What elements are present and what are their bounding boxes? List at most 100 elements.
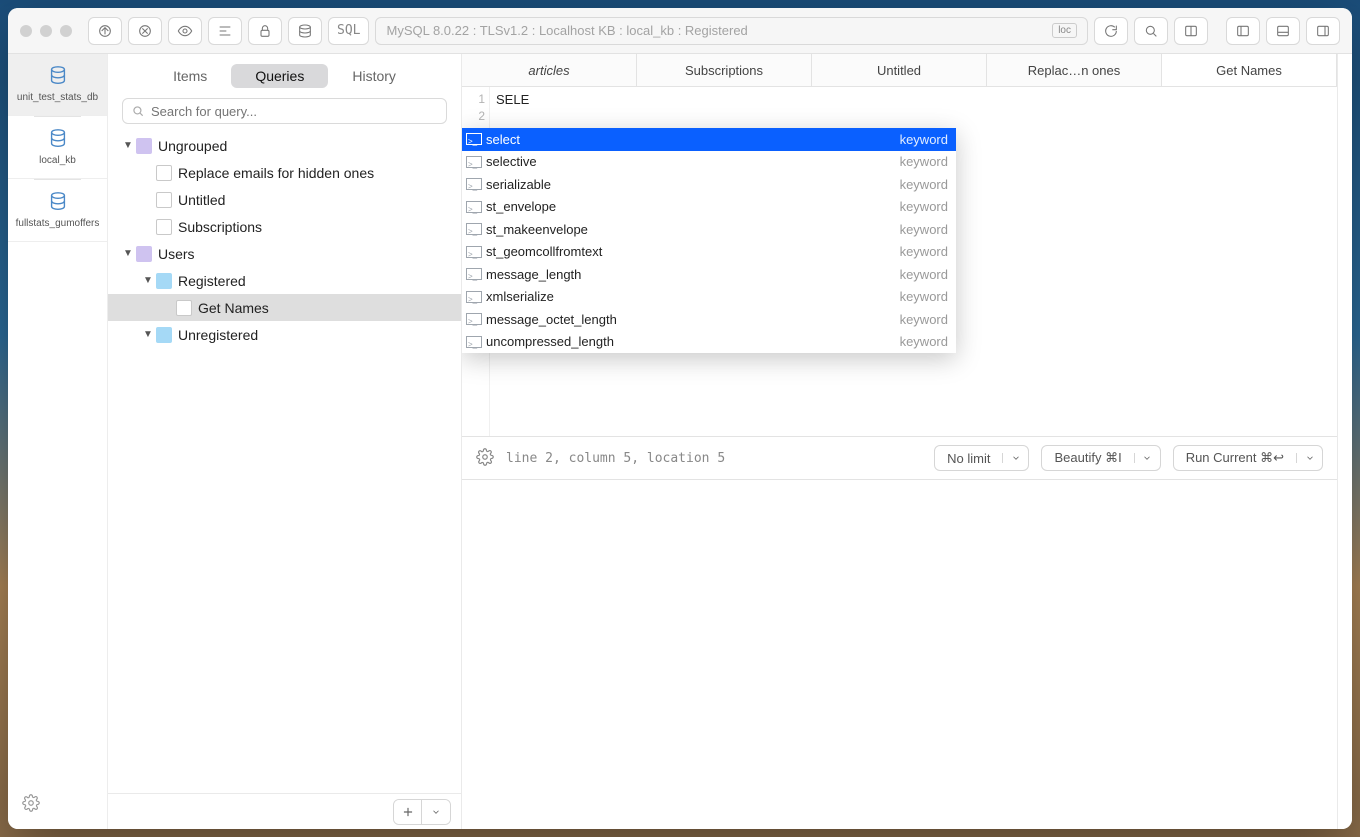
autocomplete-item[interactable]: serializablekeyword [462, 173, 956, 196]
autocomplete-item[interactable]: message_lengthkeyword [462, 263, 956, 286]
keyword-text: serializable [486, 176, 900, 193]
tree-file[interactable]: Replace emails for hidden ones [108, 159, 461, 186]
tab-items[interactable]: Items [149, 64, 231, 88]
disclosure-triangle[interactable]: ▼ [142, 329, 154, 340]
folder-icon [156, 273, 172, 289]
toolbar: SQL MySQL 8.0.22 : TLSv1.2 : Localhost K… [8, 8, 1352, 54]
chevron-down-icon [1002, 453, 1028, 463]
tree-group[interactable]: ▼Users [108, 240, 461, 267]
editor-tab[interactable]: Get Names [1162, 54, 1337, 86]
refresh-button[interactable] [1094, 17, 1128, 45]
keyword-type: keyword [900, 311, 948, 328]
preview-button[interactable] [168, 17, 202, 45]
db-label: unit_test_stats_db [12, 92, 103, 103]
keyword-type: keyword [900, 266, 948, 283]
tree-group[interactable]: ▼ Ungrouped [108, 132, 461, 159]
zoom-window[interactable] [60, 25, 72, 37]
keyword-type: keyword [900, 176, 948, 193]
search-field[interactable] [122, 98, 447, 124]
connection-text: MySQL 8.0.22 : TLSv1.2 : Localhost KB : … [386, 23, 1044, 38]
db-item[interactable]: unit_test_stats_db [8, 54, 107, 116]
sidebar-footer [108, 793, 461, 829]
keyword-icon [466, 178, 482, 190]
bottom-panel-toggle[interactable] [1266, 17, 1300, 45]
keyword-text: st_makeenvelope [486, 221, 900, 238]
keyword-type: keyword [900, 221, 948, 238]
beautify-button[interactable]: Beautify ⌘I [1041, 445, 1160, 471]
stop-button[interactable] [128, 17, 162, 45]
keyword-type: keyword [900, 333, 948, 350]
tree-file[interactable]: Get Names [108, 294, 461, 321]
sql-button[interactable]: SQL [328, 17, 369, 45]
db-item[interactable]: local_kb [8, 117, 107, 179]
keyword-text: st_geomcollfromtext [486, 243, 900, 260]
tree-group[interactable]: ▼Registered [108, 267, 461, 294]
connection-bar[interactable]: MySQL 8.0.22 : TLSv1.2 : Localhost KB : … [375, 17, 1088, 45]
autocomplete-item[interactable]: xmlserializekeyword [462, 286, 956, 309]
editor-tab[interactable]: Replac…n ones [987, 54, 1162, 86]
editor-tabs: articlesSubscriptionsUntitledReplac…n on… [462, 54, 1337, 87]
search-input[interactable] [151, 104, 438, 119]
app-settings-gear[interactable] [22, 794, 40, 817]
query-tree: ▼ Ungrouped Replace emails for hidden ones… [108, 132, 461, 793]
tree-file[interactable]: Subscriptions [108, 213, 461, 240]
keyword-type: keyword [900, 243, 948, 260]
disclosure-triangle[interactable]: ▼ [122, 248, 134, 259]
disclosure-triangle[interactable]: ▼ [122, 140, 134, 151]
tab-history[interactable]: History [328, 64, 420, 88]
results-pane [462, 480, 1337, 829]
editor-area[interactable]: 12 SELE selectkeywordselectivekeywordser… [462, 87, 1337, 436]
keyword-text: message_octet_length [486, 311, 900, 328]
add-query-button[interactable] [394, 800, 422, 824]
tree-label: Ungrouped [158, 138, 227, 154]
segmented-control: Items Queries History [108, 54, 461, 94]
search-button[interactable] [1134, 17, 1168, 45]
gear-icon[interactable] [476, 448, 494, 469]
sidebar: Items Queries History ▼ Ungrouped Replace … [108, 54, 462, 829]
autocomplete-item[interactable]: selectivekeyword [462, 151, 956, 174]
run-button[interactable]: Run Current ⌘↩ [1173, 445, 1323, 471]
keyword-icon [466, 313, 482, 325]
database-icon [47, 64, 69, 86]
keyword-type: keyword [900, 131, 948, 148]
file-icon [156, 165, 172, 181]
database-button[interactable] [288, 17, 322, 45]
panel-toggle-1[interactable] [1174, 17, 1208, 45]
code-editor[interactable]: SELE selectkeywordselectivekeywordserial… [490, 87, 1337, 436]
autocomplete-item[interactable]: st_geomcollfromtextkeyword [462, 241, 956, 264]
autocomplete-item[interactable]: message_octet_lengthkeyword [462, 308, 956, 331]
limit-selector[interactable]: No limit [934, 445, 1029, 471]
disclosure-triangle[interactable]: ▼ [142, 275, 154, 286]
keyword-icon [466, 156, 482, 168]
autocomplete-item[interactable]: selectkeyword [462, 128, 956, 151]
close-window[interactable] [20, 25, 32, 37]
align-button[interactable] [208, 17, 242, 45]
minimize-window[interactable] [40, 25, 52, 37]
tab-queries[interactable]: Queries [231, 64, 328, 88]
autocomplete-item[interactable]: st_envelopekeyword [462, 196, 956, 219]
left-panel-toggle[interactable] [1226, 17, 1260, 45]
keyword-icon [466, 223, 482, 235]
autocomplete-item[interactable]: st_makeenvelopekeyword [462, 218, 956, 241]
file-icon [176, 300, 192, 316]
add-query-dropdown[interactable] [422, 800, 450, 824]
tree-label: Get Names [198, 300, 269, 316]
keyword-text: selective [486, 153, 900, 170]
editor-tab[interactable]: articles [462, 54, 637, 86]
db-label: fullstats_gumoffers [12, 218, 103, 229]
tree-group[interactable]: ▼Unregistered [108, 321, 461, 348]
editor-tab[interactable]: Untitled [812, 54, 987, 86]
tree-file[interactable]: Untitled [108, 186, 461, 213]
db-item[interactable]: fullstats_gumoffers [8, 180, 107, 242]
cursor-location: line 2, column 5, location 5 [506, 451, 922, 466]
right-panel-toggle[interactable] [1306, 17, 1340, 45]
autocomplete-item[interactable]: uncompressed_lengthkeyword [462, 331, 956, 354]
keyword-text: message_length [486, 266, 900, 283]
tree-label: Replace emails for hidden ones [178, 165, 374, 181]
right-strip [1338, 54, 1352, 829]
file-icon [156, 219, 172, 235]
connect-button[interactable] [88, 17, 122, 45]
lock-button[interactable] [248, 17, 282, 45]
keyword-text: select [486, 131, 900, 148]
editor-tab[interactable]: Subscriptions [637, 54, 812, 86]
